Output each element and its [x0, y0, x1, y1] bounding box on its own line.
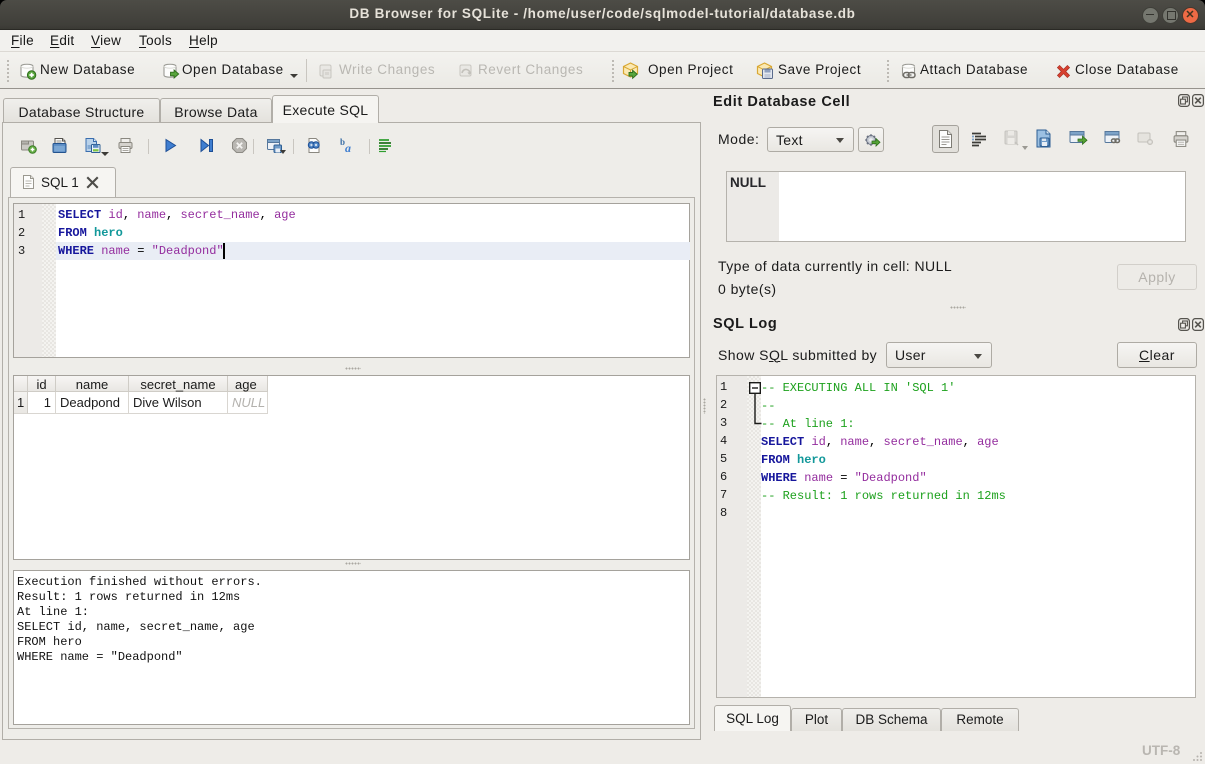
svg-text:a: a: [345, 141, 351, 154]
